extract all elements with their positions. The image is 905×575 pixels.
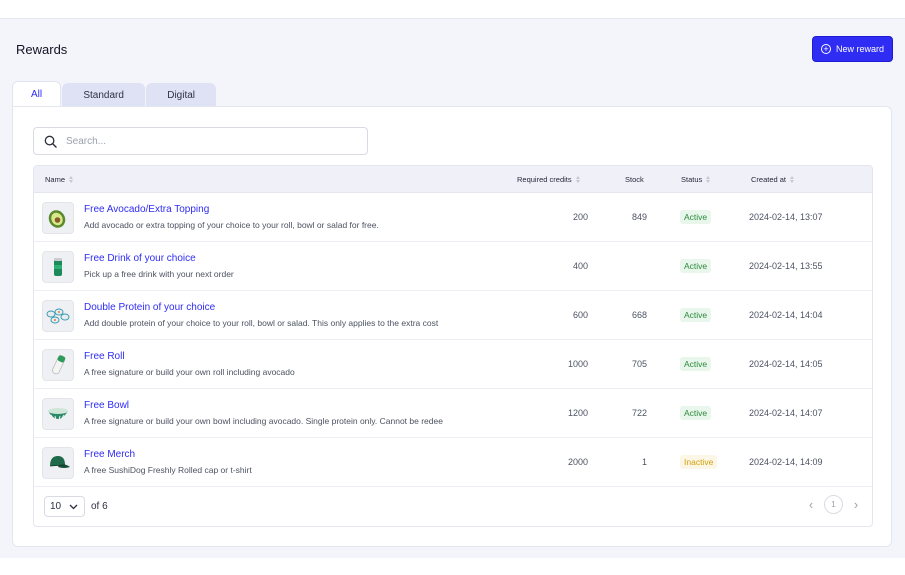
- new-reward-button[interactable]: + New reward: [812, 36, 893, 62]
- reward-description: A free signature or build your own roll …: [84, 367, 295, 377]
- table-row[interactable]: Free Merch A free SushiDog Freshly Rolle…: [34, 438, 872, 487]
- reward-description: Add avocado or extra topping of your cho…: [84, 220, 379, 230]
- sort-icon: [69, 175, 74, 183]
- status-badge: Active: [680, 259, 712, 273]
- sort-icon: [790, 175, 795, 183]
- per-page-value: 10: [50, 501, 62, 512]
- sort-icon: [575, 175, 580, 183]
- table-row[interactable]: Free Drink of your choice Pick up a free…: [34, 242, 872, 291]
- search-box[interactable]: [33, 127, 368, 155]
- created-at: 2024-02-14, 13:55: [749, 261, 823, 271]
- search-icon: [44, 135, 57, 148]
- tab-digital[interactable]: Digital: [146, 83, 217, 107]
- reward-credits: 600: [572, 310, 588, 320]
- roll-icon: [42, 349, 74, 381]
- reward-description: A free signature or build your own bowl …: [84, 416, 443, 426]
- plus-circle-icon: +: [820, 44, 831, 54]
- reward-stock: 705: [631, 359, 647, 369]
- reward-name[interactable]: Double Protein of your choice: [84, 302, 215, 313]
- reward-credits: 200: [572, 212, 588, 222]
- status-badge: Active: [680, 308, 712, 322]
- reward-credits: 1000: [567, 359, 588, 369]
- search-input[interactable]: [66, 135, 346, 147]
- column-name[interactable]: Name: [45, 174, 74, 184]
- tab-bar: All Standard Digital: [12, 81, 217, 107]
- column-stock: Stock: [625, 175, 644, 184]
- reward-name[interactable]: Free Bowl: [84, 400, 129, 411]
- created-at: 2024-02-14, 14:09: [749, 457, 823, 467]
- reward-stock: 722: [631, 408, 647, 418]
- drink-can-icon: [42, 251, 74, 283]
- reward-description: A free SushiDog Freshly Rolled cap or t-…: [84, 465, 252, 475]
- rewards-table: Name Required credits Stock Status Creat…: [33, 165, 873, 527]
- reward-stock: 849: [631, 212, 647, 222]
- page-title: Rewards: [16, 42, 68, 57]
- protein-icon: [42, 300, 74, 332]
- pagination: ‹ 1 ›: [806, 495, 861, 514]
- per-page-select[interactable]: 10: [44, 496, 85, 517]
- status-badge: Active: [680, 357, 712, 371]
- column-stock-label: Stock: [625, 175, 644, 184]
- tab-all[interactable]: All: [12, 81, 62, 107]
- reward-credits: 2000: [567, 457, 588, 467]
- reward-name[interactable]: Free Merch: [84, 449, 135, 460]
- reward-name[interactable]: Free Roll: [84, 351, 125, 362]
- reward-stock: 1: [641, 457, 647, 467]
- reward-credits: 1200: [567, 408, 588, 418]
- reward-credits: 400: [572, 261, 588, 271]
- reward-name[interactable]: Free Avocado/Extra Topping: [84, 204, 209, 215]
- table-row[interactable]: Free Bowl A free signature or build your…: [34, 389, 872, 438]
- reward-name[interactable]: Free Drink of your choice: [84, 253, 196, 264]
- column-created-label: Created at: [751, 174, 787, 184]
- column-status[interactable]: Status: [681, 174, 711, 184]
- column-name-label: Name: [45, 174, 66, 184]
- created-at: 2024-02-14, 14:05: [749, 359, 823, 369]
- table-footer: 10 of 6 ‹ 1 ›: [34, 488, 872, 526]
- app-shell: Rewards + New reward All Standard Digita…: [0, 18, 905, 558]
- chevron-right-icon[interactable]: ›: [851, 497, 861, 512]
- bowl-icon: [42, 398, 74, 430]
- status-badge: Active: [680, 406, 712, 420]
- sort-icon: [706, 175, 711, 183]
- reward-description: Add double protein of your choice to you…: [84, 318, 439, 328]
- status-badge: Active: [680, 210, 712, 224]
- created-at: 2024-02-14, 13:07: [749, 212, 823, 222]
- reward-description: Pick up a free drink with your next orde…: [84, 269, 234, 279]
- table-header: Name Required credits Stock Status Creat…: [34, 166, 872, 193]
- new-reward-label: New reward: [835, 44, 884, 54]
- cap-icon: [42, 447, 74, 479]
- column-required-credits[interactable]: Required credits: [517, 175, 580, 184]
- page-number-button[interactable]: 1: [824, 495, 843, 514]
- table-row[interactable]: Double Protein of your choice Add double…: [34, 291, 872, 340]
- created-at: 2024-02-14, 14:04: [749, 310, 823, 320]
- reward-stock: 668: [631, 310, 647, 320]
- created-at: 2024-02-14, 14:07: [749, 408, 823, 418]
- table-row[interactable]: Free Roll A free signature or build your…: [34, 340, 872, 389]
- column-created-at[interactable]: Created at: [751, 174, 795, 184]
- chevron-down-icon: [69, 504, 78, 509]
- status-badge: Inactive: [680, 455, 718, 469]
- page-count-text: of 6: [91, 501, 108, 512]
- tab-standard[interactable]: Standard: [62, 83, 146, 107]
- column-status-label: Status: [681, 174, 703, 184]
- column-credits-label: Required credits: [517, 174, 572, 184]
- avocado-icon: [42, 202, 74, 234]
- chevron-left-icon[interactable]: ‹: [806, 497, 816, 512]
- table-row[interactable]: Free Avocado/Extra Topping Add avocado o…: [34, 193, 872, 242]
- rewards-panel: Name Required credits Stock Status Creat…: [12, 106, 892, 547]
